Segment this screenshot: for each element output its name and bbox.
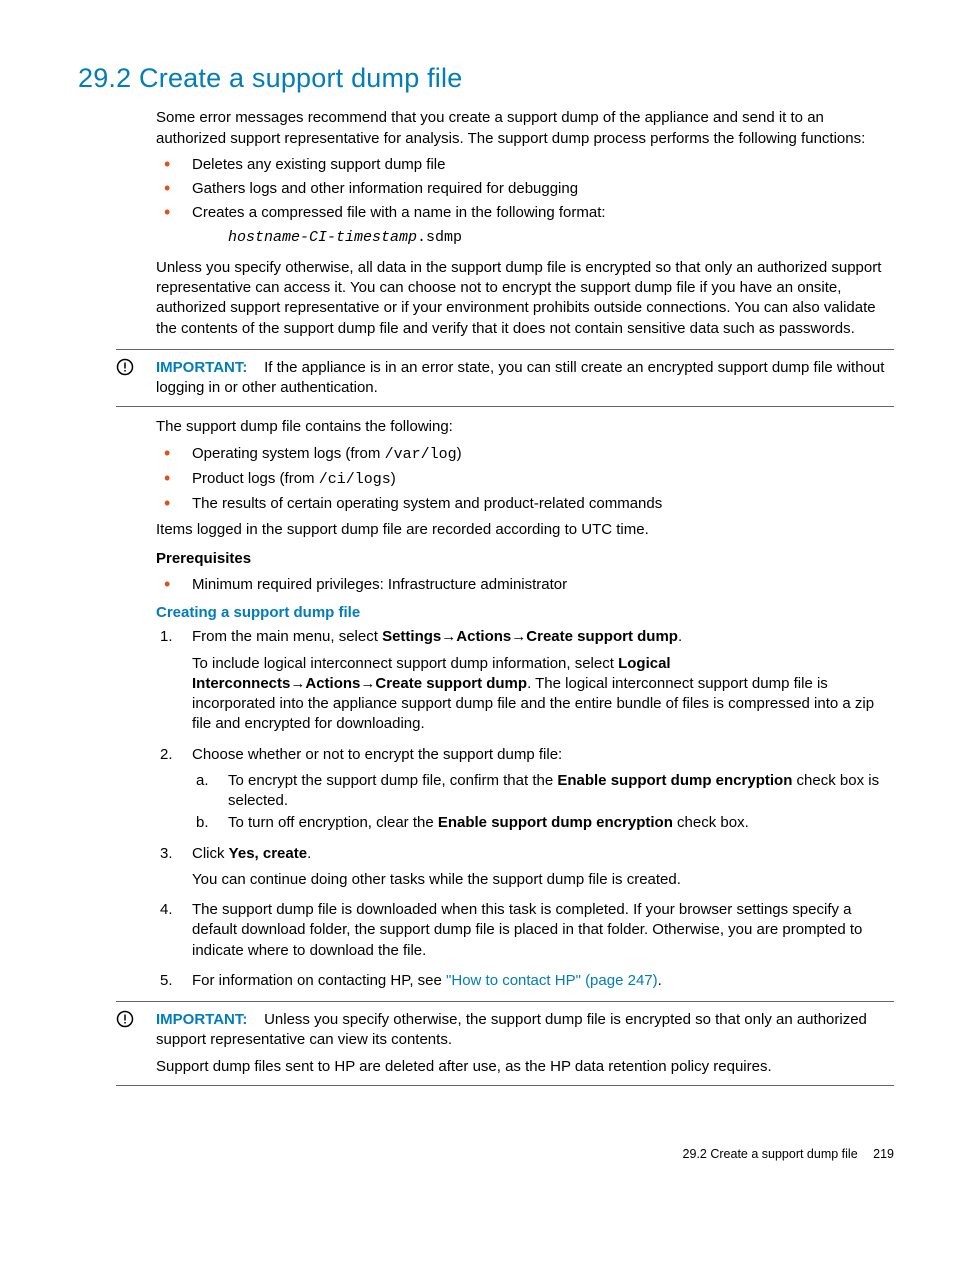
utc-note: Items logged in the support dump file ar…	[156, 520, 894, 540]
step-item: For information on contacting HP, see "H…	[156, 971, 894, 991]
footer-section-ref: 29.2 Create a support dump file	[683, 1147, 858, 1161]
substep-item: To turn off encryption, clear the Enable…	[192, 813, 894, 833]
list-item: Product logs (from /ci/logs)	[156, 469, 894, 490]
substep-item: To encrypt the support dump file, confir…	[192, 771, 894, 812]
list-item: Creates a compressed file with a name in…	[156, 203, 894, 248]
page-number: 219	[873, 1147, 894, 1161]
alert-icon	[116, 358, 134, 376]
prerequisites-heading: Prerequisites	[156, 549, 894, 569]
contains-intro: The support dump file contains the follo…	[156, 417, 894, 437]
important-note: IMPORTANT: If the appliance is in an err…	[116, 349, 894, 408]
substeps: To encrypt the support dump file, confir…	[192, 771, 894, 834]
procedure-steps: From the main menu, select Settings→Acti…	[156, 627, 894, 991]
encryption-paragraph: Unless you specify otherwise, all data i…	[156, 258, 894, 339]
step-item: From the main menu, select Settings→Acti…	[156, 627, 894, 734]
alert-icon	[116, 1010, 134, 1028]
intro-paragraph: Some error messages recommend that you c…	[156, 108, 894, 149]
important-note: IMPORTANT: Unless you specify otherwise,…	[116, 1001, 894, 1086]
functions-list: Deletes any existing support dump file G…	[156, 155, 894, 248]
section-heading: 29.2 Create a support dump file	[78, 60, 894, 96]
contact-hp-link[interactable]: "How to contact HP" (page 247)	[446, 972, 658, 989]
step-item: The support dump file is downloaded when…	[156, 900, 894, 961]
list-item: Deletes any existing support dump file	[156, 155, 894, 175]
step-item: Choose whether or not to encrypt the sup…	[156, 745, 894, 834]
list-item: Minimum required privileges: Infrastruct…	[156, 575, 894, 595]
list-item: Operating system logs (from /var/log)	[156, 444, 894, 465]
list-item: Gathers logs and other information requi…	[156, 179, 894, 199]
list-item-text: Creates a compressed file with a name in…	[192, 204, 606, 221]
important-text: IMPORTANT: Unless you specify otherwise,…	[156, 1010, 894, 1051]
code-block: hostname-CI-timestamp.sdmp	[228, 228, 894, 248]
contains-list: Operating system logs (from /var/log) Pr…	[156, 444, 894, 515]
procedure-heading: Creating a support dump file	[156, 603, 894, 623]
important-text: Support dump files sent to HP are delete…	[156, 1057, 894, 1077]
step-item: Click Yes, create. You can continue doin…	[156, 844, 894, 891]
prerequisites-list: Minimum required privileges: Infrastruct…	[156, 575, 894, 595]
important-text: IMPORTANT: If the appliance is in an err…	[156, 358, 894, 399]
list-item: The results of certain operating system …	[156, 494, 894, 514]
content-body: Some error messages recommend that you c…	[156, 108, 894, 1086]
page-footer: 29.2 Create a support dump file 219	[78, 1146, 894, 1163]
